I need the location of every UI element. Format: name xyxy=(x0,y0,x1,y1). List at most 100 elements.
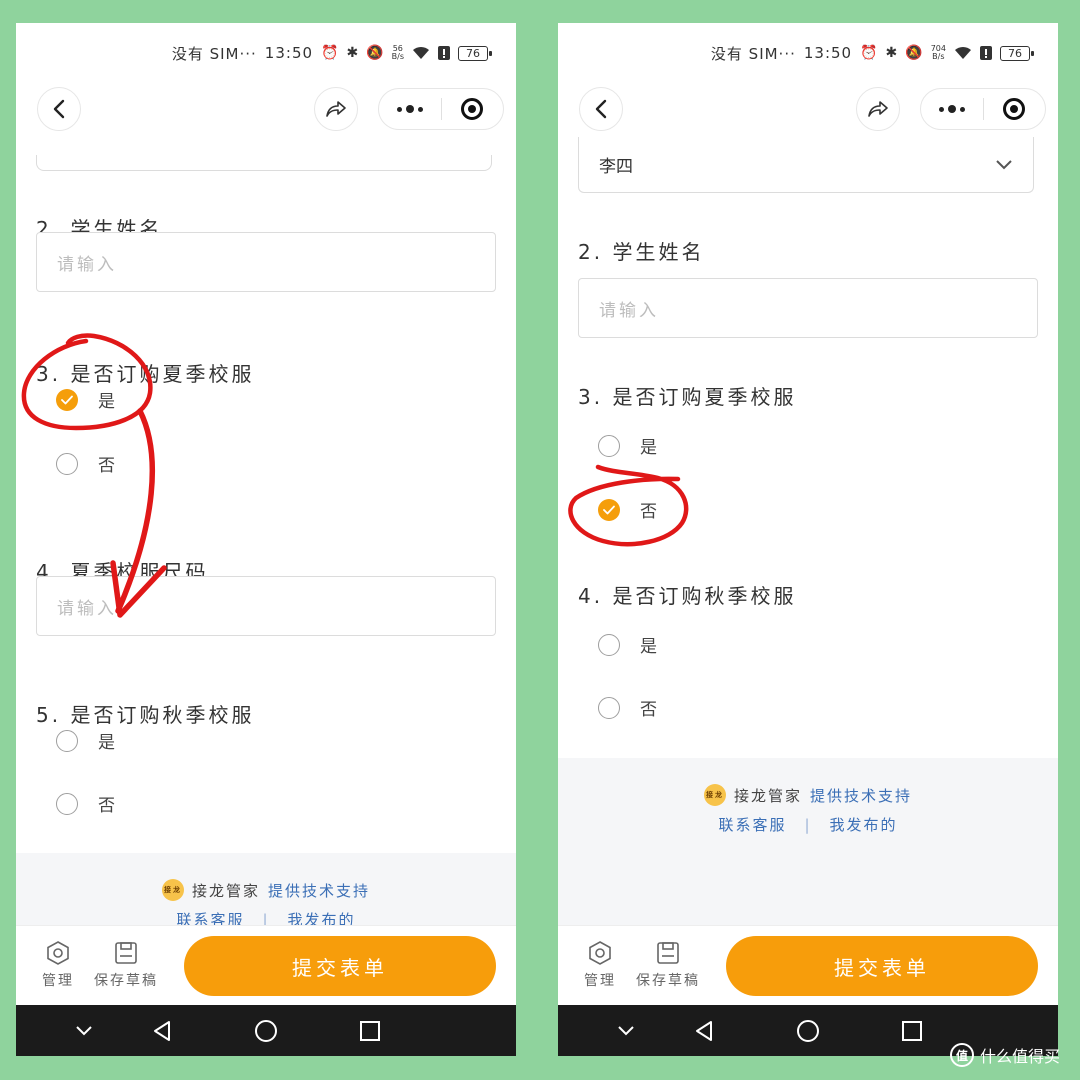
student-name-input[interactable]: 请输入 xyxy=(578,278,1038,338)
share-button[interactable] xyxy=(856,87,900,131)
nav-home-button[interactable] xyxy=(252,1017,280,1045)
radio-checked-icon xyxy=(56,388,78,411)
status-bar: 没有 SIM··· 13:50 ⏰ ✱ 🔕 704 B/s 76 xyxy=(558,23,1058,83)
jielong-logo-icon: 接龙 xyxy=(703,784,726,806)
manage-label: 管理 xyxy=(584,973,616,989)
footer-separator: | xyxy=(804,815,812,834)
radio-empty-icon xyxy=(598,633,620,656)
student-name-input[interactable]: 请输入 xyxy=(36,232,496,292)
share-icon xyxy=(868,101,888,117)
bottom-action-bar: 管理 保存草稿 提交表单 xyxy=(16,925,516,1005)
chevron-down-icon xyxy=(76,1026,92,1036)
back-button[interactable] xyxy=(579,87,623,131)
nav-back-button[interactable] xyxy=(690,1017,718,1045)
radio-summer-no[interactable]: 否 xyxy=(56,451,115,476)
target-icon xyxy=(1003,98,1026,120)
option-label: 是 xyxy=(98,392,115,412)
option-label: 是 xyxy=(640,637,657,657)
nav-recents-button[interactable] xyxy=(356,1017,384,1045)
radio-autumn-no[interactable]: 否 xyxy=(56,791,115,816)
previous-field-edge xyxy=(36,155,492,171)
nav-back-button[interactable] xyxy=(148,1017,176,1045)
bottom-action-bar: 管理 保存草稿 提交表单 xyxy=(558,925,1058,1005)
my-posts-link[interactable]: 我发布的 xyxy=(830,814,898,835)
radio-summer-yes[interactable]: 是 xyxy=(598,433,657,458)
smzdm-watermark: 值 什么值得买 xyxy=(950,1043,1060,1067)
nav-hide-button[interactable] xyxy=(70,1017,98,1045)
manage-button[interactable]: 管理 xyxy=(584,940,616,990)
radio-empty-icon xyxy=(598,696,620,719)
hexagon-settings-icon xyxy=(47,941,69,965)
back-button[interactable] xyxy=(37,87,81,131)
hexagon-settings-icon xyxy=(589,941,611,965)
option-label: 是 xyxy=(98,733,115,753)
manage-button[interactable]: 管理 xyxy=(42,940,74,990)
manage-label: 管理 xyxy=(42,973,74,989)
radio-empty-icon xyxy=(598,434,620,457)
nav-hide-button[interactable] xyxy=(612,1017,640,1045)
more-button[interactable] xyxy=(379,89,441,129)
radio-autumn-yes[interactable]: 是 xyxy=(598,632,657,657)
contact-service-link[interactable]: 联系客服 xyxy=(718,814,786,835)
triangle-back-icon xyxy=(154,1021,170,1041)
mini-program-capsule xyxy=(920,88,1046,130)
brand-name: 接龙管家 xyxy=(733,786,802,805)
nav-bar xyxy=(558,87,1058,133)
more-button[interactable] xyxy=(921,89,983,129)
radio-summer-yes[interactable]: 是 xyxy=(56,387,115,412)
radio-autumn-no[interactable]: 否 xyxy=(598,695,657,720)
sim-status: 没有 SIM··· xyxy=(171,44,257,63)
triangle-back-icon xyxy=(696,1021,712,1041)
sim-status: 没有 SIM··· xyxy=(710,44,796,63)
mute-icon: 🔕 xyxy=(366,45,384,61)
alarm-icon: ⏰ xyxy=(321,45,339,61)
class-select[interactable]: 李四 xyxy=(578,137,1034,193)
submit-form-button[interactable]: 提交表单 xyxy=(726,936,1038,996)
option-label: 否 xyxy=(640,700,657,720)
radio-autumn-yes[interactable]: 是 xyxy=(56,728,115,753)
save-draft-button[interactable]: 保存草稿 xyxy=(636,940,700,990)
option-label: 否 xyxy=(98,456,115,476)
radio-empty-icon xyxy=(56,729,78,752)
radio-summer-no[interactable]: 否 xyxy=(598,497,657,522)
nav-bar xyxy=(16,87,516,133)
circle-home-icon xyxy=(797,1020,819,1042)
network-speed: 56 B/s xyxy=(391,44,404,61)
bluetooth-icon: ✱ xyxy=(346,45,359,61)
submit-form-button[interactable]: 提交表单 xyxy=(184,936,496,996)
footer: 接龙 接龙管家 提供技术支持 联系客服 | 我发布的 xyxy=(16,853,516,933)
nav-home-button[interactable] xyxy=(794,1017,822,1045)
option-label: 否 xyxy=(640,502,657,522)
chevron-down-icon xyxy=(618,1026,634,1036)
question-summer-uniform: 3. 是否订购夏季校服 xyxy=(578,385,797,409)
footer-brand-line: 接龙 接龙管家 提供技术支持 xyxy=(16,879,516,901)
tech-support-link[interactable]: 提供技术支持 xyxy=(268,880,370,901)
more-dots-icon xyxy=(938,105,965,113)
close-program-button[interactable] xyxy=(442,89,504,129)
option-label: 是 xyxy=(640,438,657,458)
save-draft-button[interactable]: 保存草稿 xyxy=(94,940,158,990)
tech-support-link[interactable]: 提供技术支持 xyxy=(810,785,912,806)
clock: 13:50 xyxy=(264,44,314,62)
nav-recents-button[interactable] xyxy=(898,1017,926,1045)
save-icon xyxy=(115,942,137,964)
square-recents-icon xyxy=(360,1021,380,1041)
watermark-logo-icon: 值 xyxy=(950,1043,974,1067)
status-bar: 没有 SIM··· 13:50 ⏰ ✱ 🔕 56 B/s 76 xyxy=(16,23,516,83)
radio-empty-icon xyxy=(56,792,78,815)
close-program-button[interactable] xyxy=(984,89,1046,129)
option-label: 否 xyxy=(98,796,115,816)
question-autumn-uniform: 4. 是否订购秋季校服 xyxy=(578,584,797,608)
footer: 接龙 接龙管家 提供技术支持 联系客服 | 我发布的 xyxy=(558,758,1058,925)
mute-icon: 🔕 xyxy=(905,45,923,61)
question-summer-uniform: 3. 是否订购夏季校服 xyxy=(36,362,255,386)
circle-home-icon xyxy=(255,1020,277,1042)
network-speed: 704 B/s xyxy=(930,44,946,61)
question-autumn-uniform: 5. 是否订购秋季校服 xyxy=(36,703,255,727)
mini-program-capsule xyxy=(378,88,504,130)
chevron-left-icon xyxy=(595,99,607,119)
chevron-down-icon xyxy=(996,159,1012,169)
summer-size-input[interactable]: 请输入 xyxy=(36,576,496,636)
share-button[interactable] xyxy=(314,87,358,131)
save-draft-label: 保存草稿 xyxy=(94,973,158,989)
